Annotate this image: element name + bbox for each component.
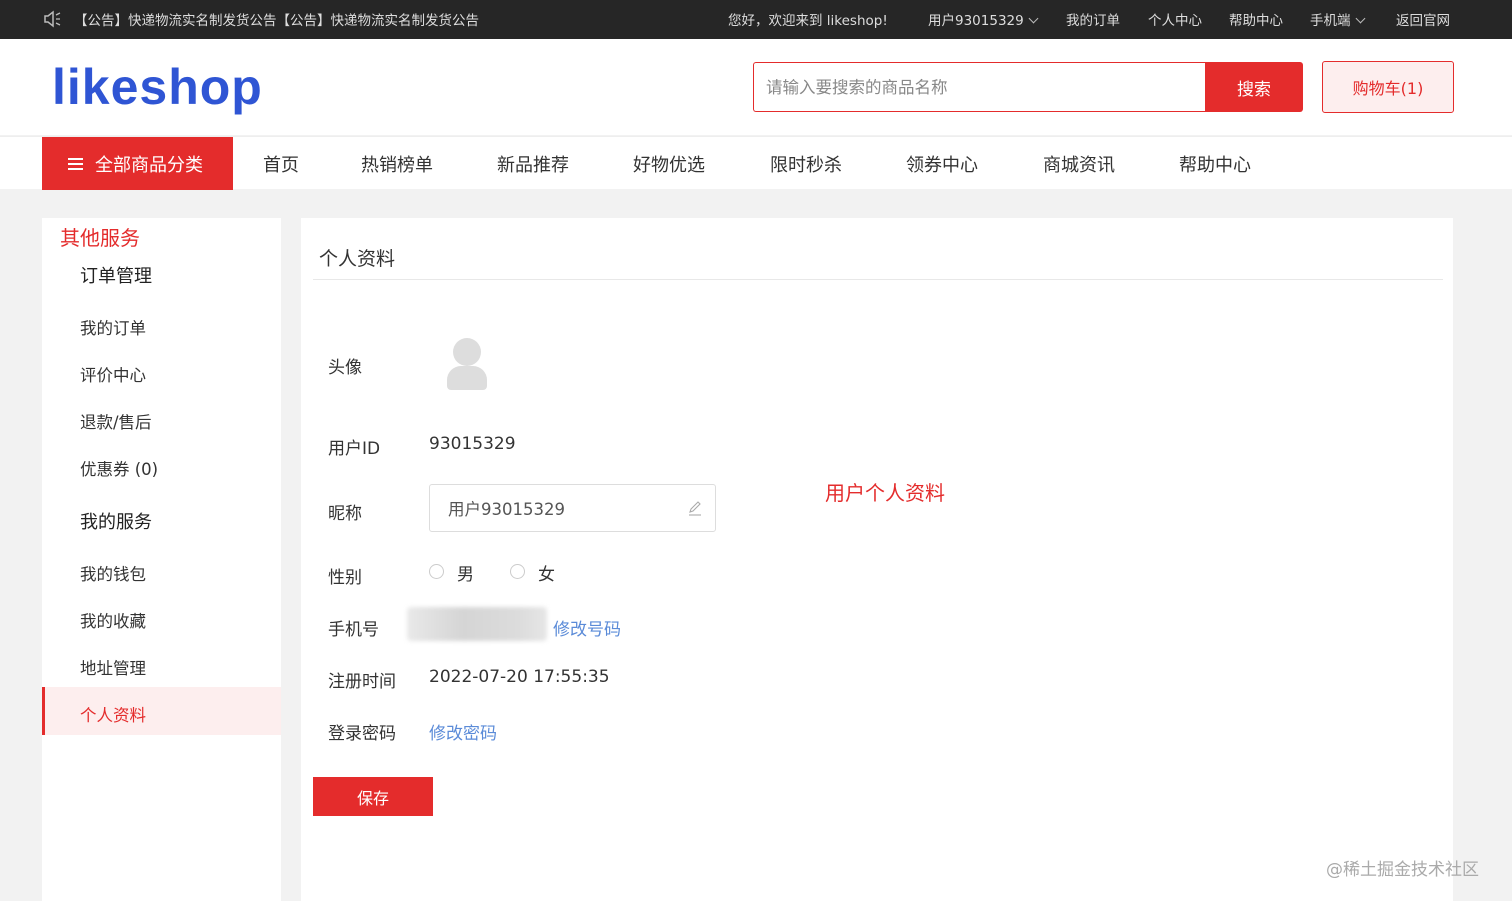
sidebar-item-coupons[interactable]: 优惠券 (0) (80, 456, 158, 480)
nav-item-news[interactable]: 商城资讯 (1043, 151, 1115, 177)
top-link-help-center[interactable]: 帮助中心 (1229, 9, 1283, 29)
page-title: 个人资料 (319, 248, 396, 270)
user-id-value: 93015329 (429, 434, 516, 454)
sidebar-item-wallet[interactable]: 我的钱包 (80, 561, 146, 585)
user-menu-label: 用户93015329 (928, 13, 1024, 29)
top-bar: 【公告】快递物流实名制发货公告【公告】快递物流实名制发货公告 您好，欢迎来到 l… (0, 0, 1512, 39)
edit-pencil-icon (689, 501, 701, 516)
nav-item-home[interactable]: 首页 (263, 151, 299, 177)
all-categories-button[interactable]: 全部商品分类 (42, 137, 233, 190)
nav-item-coupons[interactable]: 领券中心 (906, 151, 978, 177)
profile-panel: 个人资料 头像 用户ID 93015329 昵称 用户个人资料 性别 男 女 手… (301, 218, 1453, 901)
avatar-label: 头像 (328, 358, 362, 378)
sidebar-group-orders: 订单管理 (80, 266, 152, 287)
gender-female-radio[interactable] (510, 564, 525, 579)
sidebar-item-addresses[interactable]: 地址管理 (80, 655, 146, 679)
header: likeshop 搜索 购物车(1) (0, 39, 1512, 135)
announcement-text[interactable]: 【公告】快递物流实名制发货公告【公告】快递物流实名制发货公告 (74, 9, 479, 29)
top-link-back-home[interactable]: 返回官网 (1396, 9, 1450, 29)
nickname-input[interactable] (430, 485, 680, 531)
gender-female-label[interactable]: 女 (538, 560, 555, 585)
watermark-text: @稀土掘金技术社区 (1326, 860, 1479, 880)
avatar-body-shape (447, 366, 487, 390)
user-menu[interactable]: 用户93015329 (928, 9, 1039, 29)
search-box (753, 62, 1205, 112)
cart-button[interactable]: 购物车(1) (1322, 61, 1454, 113)
speaker-icon (44, 10, 61, 28)
top-link-my-orders[interactable]: 我的订单 (1066, 9, 1120, 29)
nav-item-hot[interactable]: 热销榜单 (361, 151, 433, 177)
search-button[interactable]: 搜索 (1205, 62, 1303, 112)
change-phone-link[interactable]: 修改号码 (553, 615, 621, 640)
phone-label: 手机号 (328, 620, 379, 640)
gender-male-radio[interactable] (429, 564, 444, 579)
mobile-menu-label: 手机端 (1310, 13, 1351, 29)
nickname-label: 昵称 (328, 504, 362, 524)
user-id-label: 用户ID (328, 439, 381, 459)
phone-redacted-value (407, 607, 547, 641)
welcome-text: 您好，欢迎来到 likeshop! (728, 13, 888, 29)
register-time-label: 注册时间 (328, 672, 396, 692)
nav-item-new[interactable]: 新品推荐 (497, 151, 569, 177)
chevron-down-icon (1355, 13, 1365, 24)
nav-item-help[interactable]: 帮助中心 (1179, 151, 1251, 177)
sidebar-item-favorites[interactable]: 我的收藏 (80, 608, 146, 632)
search-input[interactable] (754, 63, 1205, 111)
gender-male-label[interactable]: 男 (457, 560, 474, 585)
change-password-link[interactable]: 修改密码 (429, 719, 497, 744)
save-button[interactable]: 保存 (313, 777, 433, 816)
sidebar-group-services: 我的服务 (80, 512, 152, 533)
sidebar-item-profile[interactable]: 个人资料 (80, 702, 146, 726)
annotation-text: 用户个人资料 (825, 481, 945, 505)
menu-icon (68, 157, 83, 170)
all-categories-label: 全部商品分类 (95, 154, 203, 176)
chevron-down-icon (1028, 13, 1039, 24)
sidebar-item-my-orders[interactable]: 我的订单 (80, 315, 146, 339)
site-logo[interactable]: likeshop (52, 59, 263, 115)
nav-item-selected[interactable]: 好物优选 (633, 151, 705, 177)
main-nav: 全部商品分类 首页 热销榜单 新品推荐 好物优选 限时秒杀 领券中心 商城资讯 … (0, 136, 1512, 190)
nickname-field-wrapper (429, 484, 716, 532)
nav-item-flash-sale[interactable]: 限时秒杀 (770, 151, 842, 177)
sidebar-item-refunds[interactable]: 退款/售后 (80, 409, 152, 433)
mobile-menu[interactable]: 手机端 (1310, 9, 1365, 29)
sidebar-section-title: 其他服务 (60, 226, 140, 250)
avatar-head-shape (453, 338, 481, 366)
sidebar-item-reviews[interactable]: 评价中心 (80, 362, 146, 386)
register-time-value: 2022-07-20 17:55:35 (429, 667, 610, 687)
gender-label: 性别 (328, 568, 362, 588)
password-label: 登录密码 (328, 724, 396, 744)
avatar[interactable] (429, 324, 505, 400)
sidebar: 其他服务 订单管理 我的订单 评价中心 退款/售后 优惠券 (0) 我的服务 我… (42, 218, 281, 901)
top-link-personal-center[interactable]: 个人中心 (1148, 9, 1202, 29)
title-divider (313, 279, 1443, 280)
sidebar-active-highlight (42, 687, 281, 735)
